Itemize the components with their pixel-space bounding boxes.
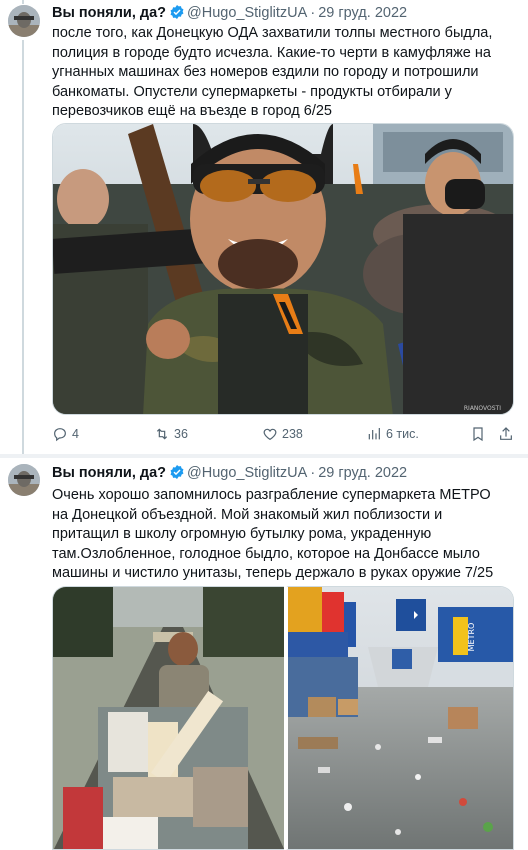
author-handle[interactable]: @Hugo_StiglitzUA [187,5,307,21]
separator-dot: · [310,465,316,481]
retweet-icon [156,428,168,440]
verified-badge-icon [170,5,184,19]
author-name[interactable]: Вы поняли, да? [52,5,166,21]
tweet-2[interactable]: Вы поняли, да? @Hugo_StiglitzUA · 29 груд. … [0,458,528,850]
bookmark-button[interactable] [470,424,490,444]
tweet-actions: 4 36 238 6 тис. [52,424,514,444]
share-icon [500,427,512,440]
tweet-photo-left[interactable] [52,586,284,850]
retweet-button[interactable]: 36 [154,424,188,444]
separator-dot: · [310,5,316,21]
reply-count: 4 [72,427,79,441]
tweet-text: Очень хорошо запомнилось разграбление су… [52,486,502,584]
store-sign-text: METRO [467,623,476,652]
heart-icon [263,428,277,441]
like-count: 238 [282,427,303,441]
tweet-text-body: Очень хорошо запомнилось разграбление су… [52,487,494,581]
tweet-photo[interactable]: RIANOVOSTI [52,123,514,415]
views-count: 6 тис. [386,427,419,441]
views-button[interactable]: 6 тис. [366,424,419,444]
thread-line-top [22,0,24,4]
tweet-date[interactable]: 29 груд. 2022 [318,465,407,481]
like-button[interactable]: 238 [262,424,303,444]
retweet-count: 36 [174,427,188,441]
photo-watermark: RIANOVOSTI [464,405,501,412]
author-name[interactable]: Вы поняли, да? [52,465,166,481]
photo-armed-men: RIANOVOSTI [53,124,513,414]
author-handle[interactable]: @Hugo_StiglitzUA [187,465,307,481]
thread-line [22,40,24,454]
tweet-text: после того, как Донецкую ОДА захватили т… [52,24,502,122]
tweet-header: Вы поняли, да? @Hugo_StiglitzUA · 29 груд. … [52,462,407,484]
photo-looted-supermarket: METRO [288,587,513,849]
share-button[interactable] [498,424,518,444]
tweet-text-body: после того, как Донецкую ОДА захватили т… [52,25,493,119]
views-chart-icon [368,428,380,440]
tweet-photo-right[interactable]: METRO [286,586,514,850]
tweet-1[interactable]: Вы поняли, да? @Hugo_StiglitzUA · 29 груд. … [0,0,528,454]
reply-button[interactable]: 4 [52,424,79,444]
verified-badge-icon [170,465,184,479]
tweet-date[interactable]: 29 груд. 2022 [318,5,407,21]
avatar[interactable] [8,464,40,496]
photo-man-with-cart [53,587,284,849]
avatar[interactable] [8,5,40,37]
tweet-header: Вы поняли, да? @Hugo_StiglitzUA · 29 груд. … [52,2,407,24]
reply-icon [54,428,66,442]
bookmark-icon [473,427,483,442]
